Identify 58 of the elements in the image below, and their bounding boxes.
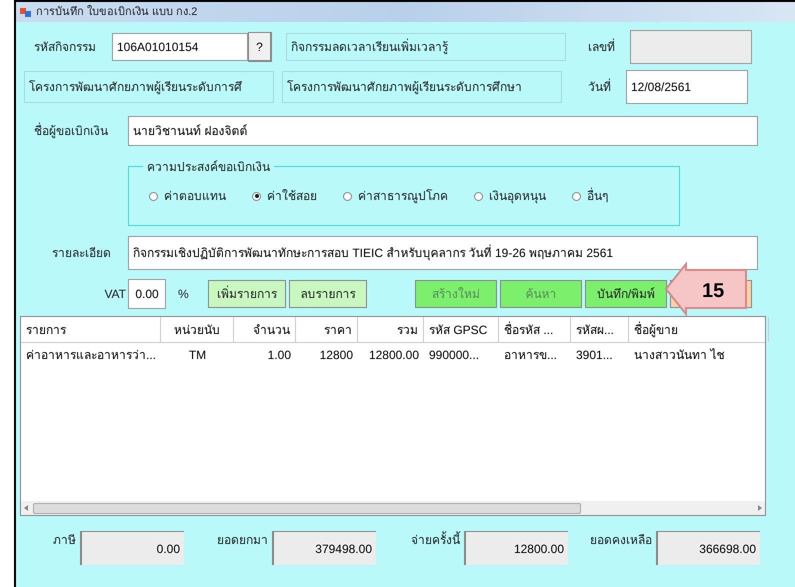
table-cell-text: 1.00 <box>266 347 292 364</box>
total-label: ยอดคงเหลือ <box>589 532 653 549</box>
requester-field[interactable]: นายวิชานนท์ ฝองจิตต์ <box>128 116 758 146</box>
detail-label: รายละเอียด <box>51 245 112 262</box>
table-cell-text: อาหารข... <box>503 347 558 364</box>
table-action-button[interactable]: เพิ่มรายการ <box>208 280 286 308</box>
purpose-radio[interactable]: ค่าสาธารณูปโภค <box>343 187 448 205</box>
table-cell-text: TM <box>188 347 208 364</box>
activity-code-label: รหัสกิจกรรม <box>33 39 97 56</box>
total-label: จ่ายครั้งนี้ <box>410 531 462 549</box>
total-field: 379498.00 <box>272 531 376 565</box>
project-name-display: โครงการพัฒนาศักยภาพผู้เรียนระดับการศึกษา <box>282 71 562 103</box>
number-label: เลขที่ <box>588 38 616 56</box>
total-field: 366698.00 <box>656 531 760 565</box>
form-action-button[interactable]: บันทึก/พิมพ์ <box>585 280 667 308</box>
activity-code-field[interactable]: 106A01010154 <box>112 33 248 61</box>
total-label: ภาษี <box>52 532 77 549</box>
detail-field[interactable]: กิจกรรมเชิงปฏิบัติการพัฒนาทักษะการสอบ TIEIC สำหรับบุคลากร วันที่ 19-26 พฤษภาคม 2561 <box>128 236 758 270</box>
column-header[interactable]: รายการ <box>21 317 161 342</box>
column-header[interactable]: หน่วยนับ <box>161 317 234 342</box>
purpose-radio[interactable]: ค่าใช้สอย <box>252 187 317 205</box>
requester-label: ชื่อผู้ขอเบิกเงิน <box>33 122 109 140</box>
callout-number: 15 <box>702 279 724 304</box>
project-code-display: โครงการพัฒนาศักยภาพผู้เรียนระดับการศึ <box>24 71 274 103</box>
table-cell-text: 12800 <box>318 347 354 364</box>
date-label: วันที่ <box>588 78 612 96</box>
scroll-right-icon <box>757 505 763 511</box>
lookup-button[interactable]: ? <box>248 32 272 62</box>
percent-label: % <box>178 286 190 303</box>
column-header[interactable]: จำนวน <box>234 317 296 342</box>
purpose-radio[interactable]: ค่าตอบแทน <box>149 187 226 205</box>
activity-name-display: กิจกรรมลดเวลาเรียนเพิ่มเวลารู้ <box>286 33 566 61</box>
column-header[interactable]: ราคา <box>296 317 358 342</box>
column-header[interactable]: รหัส GPSC <box>424 317 499 342</box>
column-header[interactable]: รหัสผ... <box>571 317 629 342</box>
horizontal-scrollbar[interactable] <box>21 501 765 515</box>
vat-label: VAT <box>103 286 127 303</box>
table-cell-text: 990000... <box>428 347 480 364</box>
vat-field[interactable]: 0.00 <box>128 279 166 309</box>
window-title: การบันทึก ใบขอเบิกเงิน แบบ กง.2 <box>36 4 198 20</box>
table-cell-text: ค่าอาหารและอาหารว่า... <box>25 347 158 364</box>
table-cell-text: นางสาวนันทา ไช <box>633 347 726 364</box>
table-action-button[interactable]: ลบรายการ <box>289 280 367 308</box>
column-header[interactable]: ชื่อผู้ขาย <box>629 317 769 342</box>
scroll-left-icon <box>23 505 29 511</box>
scrollbar-thumb[interactable] <box>33 502 581 514</box>
column-header[interactable]: ชื่อรหัส ... <box>499 317 571 342</box>
total-label: ยอดยกมา <box>216 532 269 549</box>
total-field: 0.00 <box>80 531 184 565</box>
column-header[interactable]: รวม <box>358 317 424 342</box>
purpose-radio[interactable]: อื่นๆ <box>572 187 608 205</box>
table-cell-text: 3901... <box>575 347 614 364</box>
date-field[interactable]: 12/08/2561 <box>626 70 748 104</box>
purpose-radio[interactable]: เงินอุดหนุน <box>474 187 546 205</box>
total-field: 12800.00 <box>464 531 568 565</box>
table-cell-text: 12800.00 <box>368 347 420 364</box>
app-icon <box>20 6 32 18</box>
number-field[interactable] <box>630 30 752 64</box>
